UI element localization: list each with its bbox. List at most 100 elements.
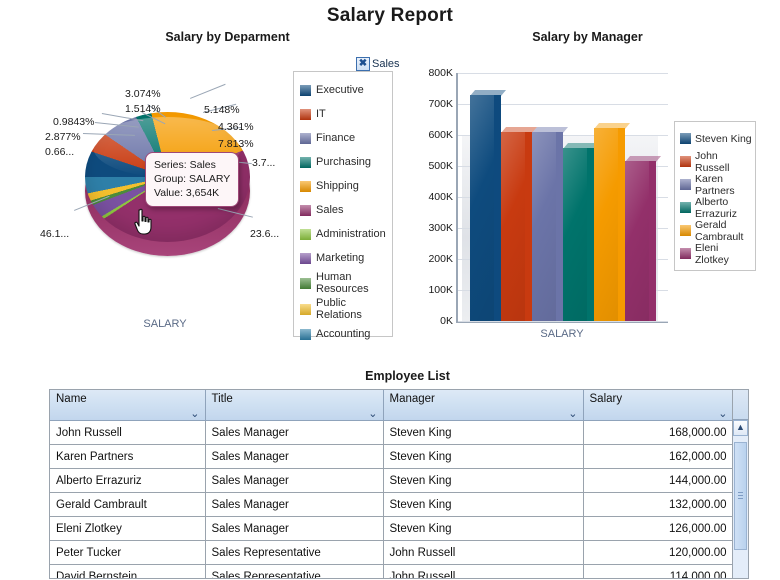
table-vertical-scrollbar[interactable]: ▲ <box>732 390 748 578</box>
legend-label: Executive <box>316 84 364 96</box>
bar-column[interactable] <box>501 127 538 321</box>
pie-slice-label: 3.7... <box>252 157 276 169</box>
pie-slice-label: 0.66... <box>45 146 75 158</box>
cell-salary: 132,000.00 <box>583 492 734 517</box>
chevron-down-icon[interactable]: ⌄ <box>190 409 199 420</box>
cell-title: Sales Manager <box>205 444 384 469</box>
legend-swatch-icon <box>300 328 311 340</box>
legend-item-executive[interactable]: Executive <box>300 78 388 102</box>
cell-manager: Steven King <box>383 516 584 541</box>
legend-item-purchasing[interactable]: Purchasing <box>300 150 388 174</box>
y-tick-label: 200K <box>428 253 453 265</box>
pie-axis-label: SALARY <box>143 318 187 330</box>
cell-title: Sales Representative <box>205 564 384 578</box>
pie-tooltip: Series: Sales Group: SALARY Value: 3,654… <box>145 152 240 207</box>
legend-item-karen-partners[interactable]: Karen Partners <box>680 173 752 197</box>
legend-label: John Russell <box>695 149 730 174</box>
scroll-up-arrow-icon[interactable]: ▲ <box>733 420 748 436</box>
column-header-manager[interactable]: Manager ⌄ <box>383 390 584 421</box>
bar-column[interactable] <box>532 127 569 321</box>
bar-alberto-errazuriz[interactable] <box>563 143 600 321</box>
cell-salary: 168,000.00 <box>583 420 734 445</box>
series-toggle-sales[interactable]: ✖ Sales <box>356 57 400 71</box>
legend-swatch-icon <box>300 108 311 120</box>
legend-label: Gerald Cambrault <box>695 218 744 243</box>
bar-column[interactable] <box>594 123 631 321</box>
legend-label: Accounting <box>316 328 371 340</box>
legend-item-eleni-zlotkey[interactable]: Eleni Zlotkey <box>680 241 752 266</box>
chevron-down-icon[interactable]: ⌄ <box>568 409 577 420</box>
legend-item-it[interactable]: IT <box>300 102 388 126</box>
legend-label: Public Relations <box>316 297 362 321</box>
column-header-name[interactable]: Name ⌄ <box>50 390 206 421</box>
legend-item-shipping[interactable]: Shipping <box>300 174 388 198</box>
chevron-down-icon[interactable]: ⌄ <box>718 409 727 420</box>
cell-name: Peter Tucker <box>50 540 206 565</box>
column-header-label: Name <box>56 393 87 405</box>
bar-column[interactable] <box>563 143 600 321</box>
legend-item-alberto-errazuriz[interactable]: Alberto Errazuriz <box>680 196 752 220</box>
bar-column[interactable] <box>625 156 662 321</box>
bar-front-face <box>594 128 618 321</box>
legend-item-gerald-cambrault[interactable]: Gerald Cambrault <box>680 218 752 243</box>
table-row[interactable]: Eleni Zlotkey Sales Manager Steven King … <box>50 516 734 541</box>
column-header-title[interactable]: Title ⌄ <box>205 390 384 421</box>
cell-manager: Steven King <box>383 468 584 493</box>
legend-item-sales[interactable]: Sales <box>300 198 388 222</box>
page-title: Salary Report <box>326 5 454 26</box>
chevron-down-icon[interactable]: ⌄ <box>368 409 377 420</box>
cell-name: John Russell <box>50 420 206 445</box>
cell-salary: 120,000.00 <box>583 540 734 565</box>
legend-item-administration[interactable]: Administration <box>300 222 388 246</box>
table-row[interactable]: Karen Partners Sales Manager Steven King… <box>50 444 734 469</box>
table-row[interactable]: John Russell Sales Manager Steven King 1… <box>50 420 734 445</box>
pie-chart-panel: 3.074% 1.514% 0.9843% 2.877% 0.66... 5.1… <box>40 60 290 345</box>
table-row[interactable]: Peter Tucker Sales Representative John R… <box>50 540 734 565</box>
employee-list-title: Employee List <box>365 369 450 383</box>
legend-item-human-resources[interactable]: Human Resources <box>300 270 388 296</box>
bar-gerald-cambrault[interactable] <box>594 123 631 321</box>
pie-slice-label: 23.6... <box>250 228 280 240</box>
cell-name: Gerald Cambrault <box>50 492 206 517</box>
cell-name: David Bernstein <box>50 564 206 578</box>
legend-item-public-relations[interactable]: Public Relations <box>300 296 388 322</box>
pie-leader-line <box>190 83 226 99</box>
scrollbar-thumb[interactable] <box>734 442 747 550</box>
cell-name: Karen Partners <box>50 444 206 469</box>
hand-cursor-icon <box>134 208 152 235</box>
y-tick-label: 300K <box>428 222 453 234</box>
legend-swatch-icon <box>300 156 311 168</box>
bar-front-face <box>563 148 587 321</box>
legend-swatch-icon <box>300 84 311 96</box>
bar-front-face <box>470 95 494 321</box>
bar-eleni-zlotkey[interactable] <box>625 156 662 321</box>
column-header-label: Manager <box>389 393 435 405</box>
legend-item-finance[interactable]: Finance <box>300 126 388 150</box>
cell-name: Alberto Errazuriz <box>50 468 206 493</box>
cell-name: Eleni Zlotkey <box>50 516 206 541</box>
bar-column[interactable] <box>470 90 507 321</box>
legend-item-accounting[interactable]: Accounting <box>300 322 388 346</box>
cell-manager: John Russell <box>383 564 584 578</box>
table-row[interactable]: Gerald Cambrault Sales Manager Steven Ki… <box>50 492 734 517</box>
legend-swatch-icon <box>680 225 691 236</box>
legend-swatch-icon <box>680 133 691 144</box>
bar-side-face <box>556 136 563 321</box>
pie-chart-legend: Executive IT Finance Purchasing Shipping… <box>293 71 393 340</box>
bar-steven-king[interactable] <box>470 90 507 321</box>
column-header-salary[interactable]: Salary ⌄ <box>583 390 734 421</box>
legend-swatch-icon <box>680 156 691 167</box>
scrollbar-track[interactable] <box>733 436 748 578</box>
y-tick-label: 0K <box>440 315 453 327</box>
bar-chart-title: Salary by Manager <box>532 30 643 44</box>
legend-item-john-russell[interactable]: John Russell <box>680 149 752 174</box>
bar-john-russell[interactable] <box>501 127 538 321</box>
checkbox-x-icon[interactable]: ✖ <box>356 57 370 71</box>
legend-item-marketing[interactable]: Marketing <box>300 246 388 270</box>
bar-side-face <box>587 152 594 321</box>
legend-item-steven-king[interactable]: Steven King <box>680 127 752 150</box>
table-row[interactable]: Alberto Errazuriz Sales Manager Steven K… <box>50 468 734 493</box>
bar-karen-partners[interactable] <box>532 127 569 321</box>
table-row[interactable]: David Bernstein Sales Representative Joh… <box>50 564 734 578</box>
legend-label: Eleni Zlotkey <box>695 241 729 266</box>
